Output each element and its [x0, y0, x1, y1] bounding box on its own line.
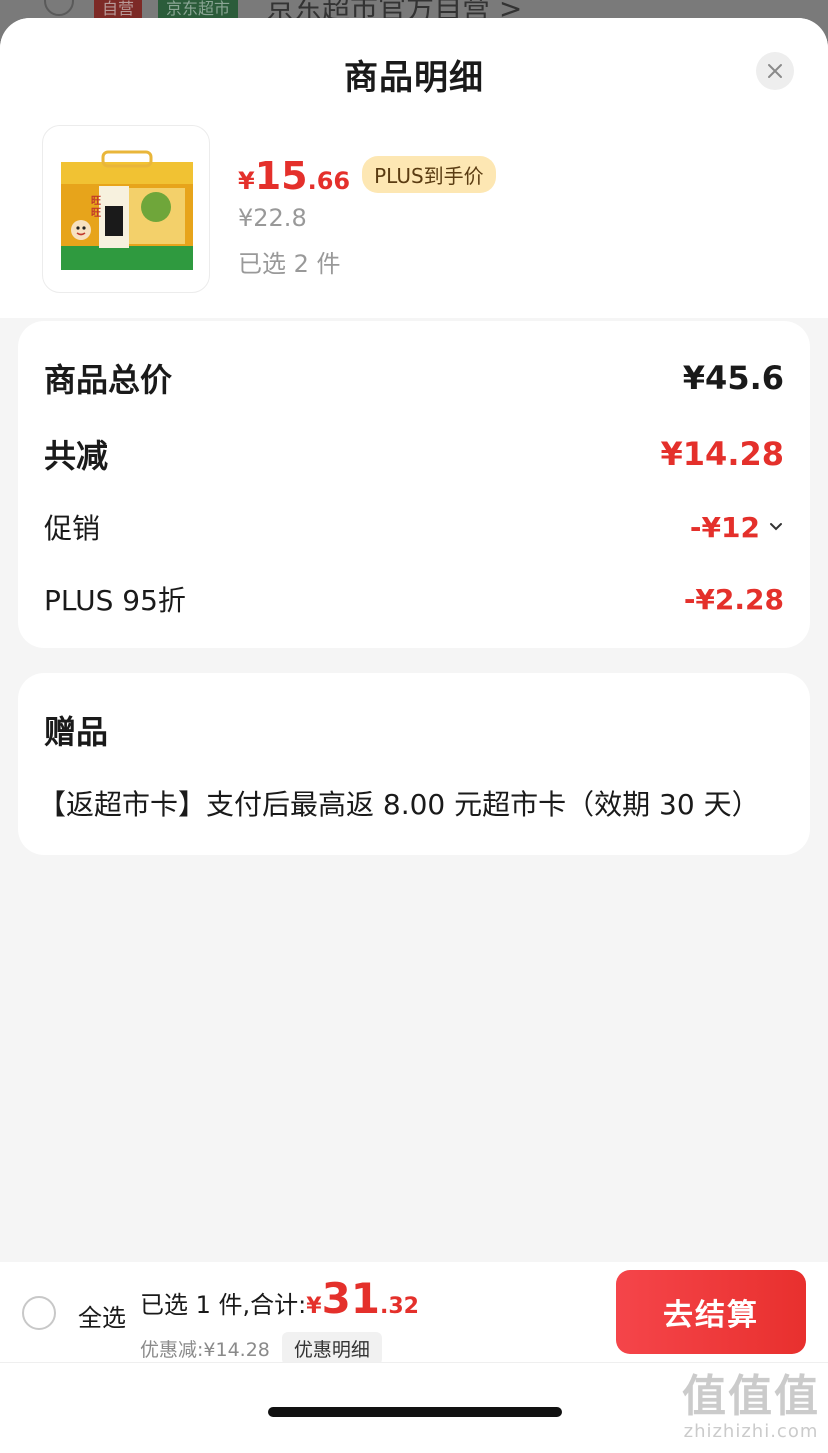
rice-cracker-package-image: 旺 旺	[61, 150, 193, 270]
total-reduction-value: ¥14.28	[660, 435, 784, 473]
plus-discount-value: -¥2.28	[683, 582, 784, 616]
plus-price-badge: PLUS到手价	[362, 156, 496, 193]
price-decimal: .66	[307, 167, 351, 195]
product-price: ¥ 15 .66 PLUS到手价	[238, 154, 496, 199]
svg-text:旺: 旺	[91, 207, 101, 219]
total-price-value: ¥45.6	[682, 359, 784, 397]
discount-line: 优惠减:¥14.28 优惠明细	[140, 1332, 382, 1365]
close-icon	[768, 64, 782, 78]
sheet-header: 商品明细 旺 旺 ¥ 15 .66 PLUS到手价 ¥22.8 已选 2 件	[0, 18, 828, 318]
home-indicator[interactable]	[268, 1407, 562, 1417]
plus-discount-label: PLUS 95折	[44, 584, 186, 617]
total-reduction-row: 共减 ¥14.28	[44, 431, 784, 477]
order-total-currency: ¥	[306, 1294, 322, 1319]
chevron-down-icon[interactable]	[768, 519, 784, 535]
watermark-logo: 值值值	[682, 1371, 820, 1422]
order-total-integer: 31	[321, 1274, 381, 1323]
gift-title: 赠品	[44, 713, 109, 751]
watermark: 值值值 zhizhizhi.com	[682, 1371, 820, 1443]
total-price-label: 商品总价	[44, 361, 173, 399]
plus-discount-row: PLUS 95折 -¥2.28	[44, 579, 784, 619]
total-price-row: 商品总价 ¥45.6	[44, 355, 784, 401]
gift-card: 赠品 【返超市卡】支付后最高返 8.00 元超市卡（效期 30 天）	[18, 673, 810, 855]
home-indicator-area: 值值值 zhizhizhi.com	[0, 1362, 828, 1453]
background-radio	[44, 0, 74, 16]
gift-description: 【返超市卡】支付后最高返 8.00 元超市卡（效期 30 天）	[38, 788, 760, 821]
order-total: 已选 1 件,合计: ¥ 31 .32	[140, 1274, 419, 1323]
product-thumbnail[interactable]: 旺 旺	[42, 125, 210, 293]
checkout-bar: 全选 已选 1 件,合计: ¥ 31 .32 优惠减:¥14.28 优惠明细 去…	[0, 1262, 828, 1365]
sheet-title: 商品明细	[344, 58, 484, 98]
original-price: ¥22.8	[238, 204, 307, 232]
price-integer: 15	[254, 154, 308, 198]
self-operated-tag: 自营	[94, 0, 143, 18]
watermark-url: zhizhizhi.com	[683, 1421, 819, 1442]
total-reduction-label: 共减	[44, 437, 109, 475]
discount-detail-button[interactable]: 优惠明细	[281, 1332, 382, 1365]
order-total-decimal: .32	[380, 1294, 419, 1319]
promotion-row[interactable]: 促销 -¥12	[44, 507, 784, 547]
promotion-value: -¥12	[689, 510, 760, 544]
price-summary-card: 商品总价 ¥45.6 共减 ¥14.28 促销 -¥12 PLUS 95折 -¥…	[18, 321, 810, 648]
product-detail-sheet: 商品明细 旺 旺 ¥ 15 .66 PLUS到手价 ¥22.8 已选 2 件 商…	[0, 18, 828, 1453]
close-button[interactable]	[756, 52, 794, 90]
discount-amount: 优惠减:¥14.28	[140, 1339, 270, 1361]
select-all-label[interactable]: 全选	[78, 1298, 126, 1333]
promotion-label: 促销	[44, 512, 101, 545]
checkout-button[interactable]: 去结算	[616, 1270, 806, 1354]
select-all-checkbox[interactable]	[22, 1296, 56, 1330]
selected-quantity: 已选 2 件	[238, 250, 341, 278]
svg-text:旺: 旺	[91, 195, 101, 207]
store-tag: 京东超市	[158, 0, 239, 18]
order-total-label: 已选 1 件,合计:	[140, 1291, 307, 1319]
price-currency: ¥	[238, 167, 255, 195]
